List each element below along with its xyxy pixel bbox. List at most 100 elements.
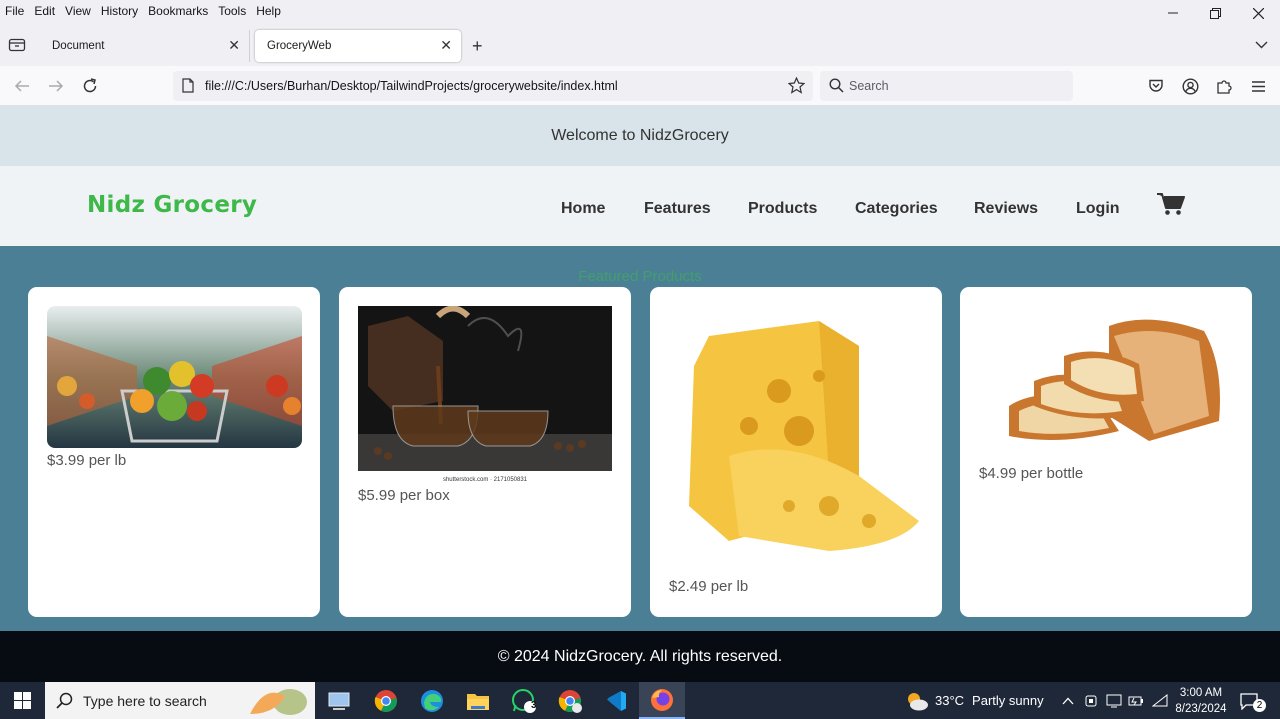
product-price: $3.99 per lb	[47, 452, 127, 469]
product-card[interactable]: $4.99 per bottle	[960, 287, 1252, 617]
taskbar-clock[interactable]: 3:00 AM 8/23/2024	[1170, 685, 1232, 717]
url-text[interactable]: file:///C:/Users/Burhan/Desktop/Tailwind…	[205, 79, 618, 93]
taskbar-app-explorer-window[interactable]	[316, 682, 362, 719]
tab-document[interactable]: Document ✕	[40, 30, 250, 62]
chevron-down-icon	[1255, 41, 1268, 49]
product-price: $4.99 per bottle	[979, 465, 1084, 482]
site-footer: © 2024 NidzGrocery. All rights reserved.	[0, 631, 1280, 682]
tab-strip: Document ✕ GroceryWeb ✕ +	[0, 26, 1280, 66]
tray-display-icon[interactable]	[1106, 682, 1122, 719]
taskbar-app-firefox[interactable]	[639, 682, 685, 719]
chevron-up-icon	[1062, 697, 1074, 704]
menu-help[interactable]: Help	[251, 4, 286, 18]
computer-icon	[328, 692, 350, 710]
cart-icon[interactable]	[1157, 192, 1185, 219]
notification-center-button[interactable]: 2	[1240, 682, 1266, 719]
extensions-button[interactable]	[1214, 76, 1234, 96]
start-button[interactable]	[0, 682, 45, 719]
back-arrow-icon	[14, 80, 29, 92]
product-card[interactable]: shutterstock.com · 2171050831 $5.99 per …	[339, 287, 631, 617]
hamburger-menu-icon	[1251, 80, 1265, 92]
clock-time: 3:00 AM	[1179, 687, 1223, 699]
vscode-icon	[607, 690, 626, 711]
app-menu-button[interactable]	[1248, 76, 1268, 96]
wifi-icon[interactable]	[1152, 682, 1168, 719]
image-watermark: shutterstock.com · 2171050831	[443, 477, 528, 483]
product-image-grocery-cart	[47, 306, 302, 448]
nav-reviews[interactable]: Reviews	[974, 200, 1038, 218]
list-all-tabs-button[interactable]	[1255, 38, 1268, 52]
product-image-bread	[979, 306, 1233, 461]
nav-home[interactable]: Home	[561, 200, 605, 218]
taskbar-app-vscode[interactable]	[593, 682, 639, 719]
product-card[interactable]: $3.99 per lb	[28, 287, 320, 617]
pocket-button[interactable]	[1146, 76, 1166, 96]
menu-file[interactable]: File	[0, 4, 29, 18]
account-icon	[1181, 77, 1199, 95]
menu-view[interactable]: View	[60, 4, 96, 18]
back-button[interactable]	[12, 76, 32, 96]
menu-bar: File Edit View History Bookmarks Tools H…	[0, 0, 1280, 22]
tab-title: Document	[52, 40, 105, 52]
notification-count-badge: 2	[1253, 699, 1266, 712]
new-tab-button[interactable]: +	[472, 36, 483, 57]
close-tab-icon[interactable]: ✕	[440, 37, 452, 54]
pocket-icon	[1149, 79, 1163, 92]
tab-groceryweb[interactable]: GroceryWeb ✕	[255, 30, 461, 62]
bookmark-star-icon[interactable]	[787, 76, 806, 97]
edge-icon	[421, 689, 443, 712]
weather-widget[interactable]: 33°C Partly sunny	[905, 682, 1044, 719]
nav-categories[interactable]: Categories	[855, 200, 938, 218]
taskbar-app-whatsapp[interactable]: 3	[501, 682, 547, 719]
restore-button[interactable]	[1194, 0, 1237, 26]
search-icon	[829, 78, 844, 96]
minimize-icon	[1167, 12, 1178, 14]
nav-products[interactable]: Products	[748, 200, 817, 218]
weather-description: Partly sunny	[972, 693, 1044, 708]
reload-icon	[83, 78, 97, 93]
windows-taskbar: Type here to search 3 33°C Partly sunny	[0, 682, 1280, 719]
clock-date: 8/23/2024	[1175, 703, 1227, 715]
site-header: Nidz Grocery Home Features Products Cate…	[0, 166, 1280, 246]
melon-decoration-icon	[250, 689, 307, 715]
search-input[interactable]: Search	[820, 71, 1073, 101]
menu-bookmarks[interactable]: Bookmarks	[143, 4, 213, 18]
firefox-view-button[interactable]	[8, 36, 28, 56]
account-button[interactable]	[1180, 76, 1200, 96]
taskbar-app-chrome-profile[interactable]	[547, 682, 593, 719]
taskbar-app-edge[interactable]	[409, 682, 455, 719]
nav-features[interactable]: Features	[644, 200, 711, 218]
nav-login[interactable]: Login	[1076, 200, 1120, 218]
forward-button[interactable]	[46, 76, 66, 96]
reload-button[interactable]	[80, 76, 100, 96]
search-icon	[56, 692, 73, 709]
chrome-icon	[374, 689, 397, 712]
web-page: Welcome to NidzGrocery Nidz Grocery Home…	[0, 106, 1280, 682]
search-placeholder: Search	[849, 79, 889, 93]
firefox-view-icon	[8, 38, 26, 52]
taskbar-search-input[interactable]: Type here to search	[45, 682, 315, 719]
taskbar-app-file-explorer[interactable]	[455, 682, 501, 719]
close-tab-icon[interactable]: ✕	[228, 37, 240, 54]
tray-meet-icon[interactable]	[1084, 682, 1098, 719]
site-logo[interactable]: Nidz Grocery	[87, 192, 257, 218]
menu-edit[interactable]: Edit	[29, 4, 60, 18]
menu-history[interactable]: History	[96, 4, 143, 18]
tab-title: GroceryWeb	[267, 40, 332, 52]
puzzle-icon	[1216, 79, 1232, 94]
menu-tools[interactable]: Tools	[213, 4, 251, 18]
navigation-toolbar: file:///C:/Users/Burhan/Desktop/Tailwind…	[0, 66, 1280, 106]
battery-icon[interactable]	[1128, 682, 1144, 719]
whatsapp-badge: 3	[531, 700, 537, 711]
taskbar-app-chrome[interactable]	[363, 682, 409, 719]
address-bar[interactable]: file:///C:/Users/Burhan/Desktop/Tailwind…	[173, 71, 813, 101]
featured-products-heading: Featured Products	[578, 268, 702, 285]
product-price: $2.49 per lb	[669, 578, 749, 595]
partly-sunny-icon	[908, 692, 928, 710]
show-hidden-icons-button[interactable]	[1062, 682, 1074, 719]
taskbar-search-placeholder: Type here to search	[83, 693, 207, 709]
product-card[interactable]: $2.49 per lb	[650, 287, 942, 617]
close-window-button[interactable]	[1237, 0, 1280, 26]
minimize-button[interactable]	[1151, 0, 1194, 26]
product-price: $5.99 per box	[358, 487, 450, 504]
